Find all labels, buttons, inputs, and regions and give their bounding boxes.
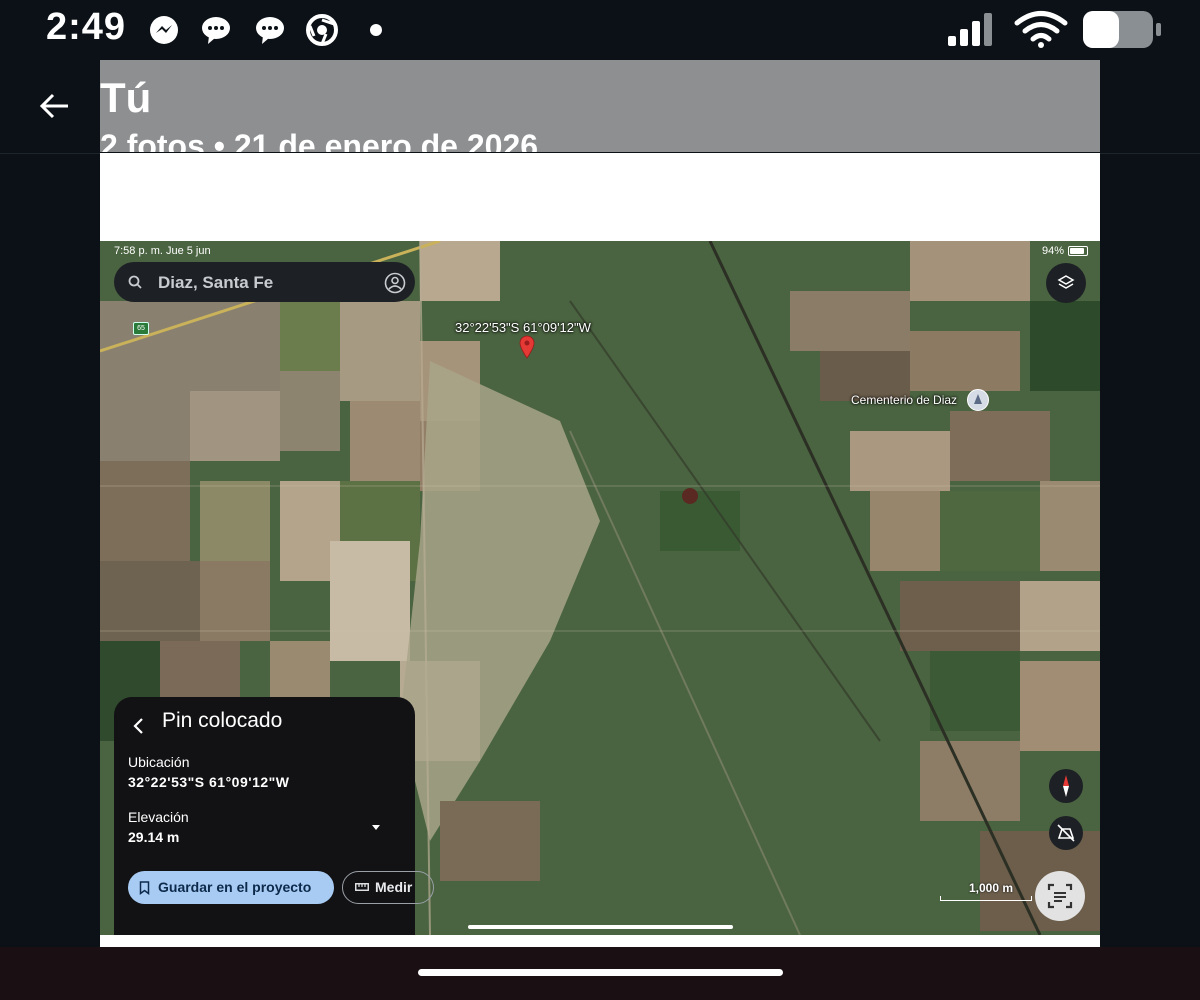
lens-button[interactable] [1035,871,1085,921]
tablet-status-time: 7:58 p. m. Jue 5 jun [114,245,211,257]
account-icon[interactable] [384,272,406,294]
page-subtitle: 2 fotos • 21 de enero de 2026 [100,128,539,152]
panel-title: Pin colocado [162,709,283,732]
battery-icon [1083,11,1161,48]
compass-icon [1063,775,1069,797]
compass-button[interactable] [1049,769,1083,803]
dot-icon [370,24,382,36]
location-label: Ubicación [128,754,190,770]
measure-button[interactable]: Medir [342,871,434,904]
save-to-project-button[interactable]: Guardar en el proyecto [128,871,334,904]
home-indicator[interactable] [418,969,783,976]
search-bar[interactable]: Diaz, Santa Fe [114,262,415,302]
cemetery-icon[interactable] [967,389,989,411]
save-to-project-label: Guardar en el proyecto [158,879,312,895]
location-value: 32°22'53"S 61°09'12"W [128,774,290,790]
status-time: 2:49 [46,6,127,48]
elevation-dropdown[interactable] [368,819,384,835]
tilt-toggle-button[interactable] [1049,816,1083,850]
chat-bubble-icon [202,17,230,44]
layers-icon [1057,275,1075,289]
photo-header: Tú 2 fotos • 21 de enero de 2026 [100,60,1100,152]
landmark-icon [974,394,982,404]
messenger-icon [150,16,178,44]
route-shield: 65 [133,322,149,335]
bookmark-icon [139,881,150,895]
search-input[interactable]: Diaz, Santa Fe [158,273,273,293]
battery-icon [1068,246,1088,256]
wifi-icon [1014,11,1068,48]
satellite-map[interactable]: 7:58 p. m. Jue 5 jun 94% Diaz, Santa Fe … [100,241,1100,935]
scan-text-icon [1047,883,1073,909]
elevation-label: Elevación [128,809,189,825]
pin-coordinates-label: 32°22'53"S 61°09'12"W [455,320,591,335]
back-button[interactable] [30,82,78,130]
chat-bubble-icon [256,17,284,44]
chevron-left-icon [133,718,143,734]
signal-icon [948,13,992,46]
arrow-left-icon [39,93,68,119]
elevation-value: 29.14 m [128,829,180,845]
photo-margin-bottom [100,935,1100,947]
poi-label[interactable]: Cementerio de Diaz [851,393,957,407]
photo-margin [100,153,1100,242]
measure-label: Medir [375,879,413,895]
map-pin-icon[interactable] [519,335,535,359]
chrome-icon [306,14,338,46]
tablet-home-indicator [468,925,733,929]
ruler-icon [355,883,369,891]
scale-label: 1,000 m [969,881,1014,895]
tablet-battery-level: 94% [1041,245,1064,257]
layers-button[interactable] [1046,263,1086,303]
pin-panel: Pin colocado Ubicación 32°22'53"S 61°09'… [114,697,434,935]
tilt-off-icon [1057,824,1075,842]
panel-back-button[interactable] [124,711,154,741]
page-title: Tú [100,74,152,121]
caret-down-icon [372,825,380,830]
scale-bar [940,896,1032,901]
search-icon [128,275,142,289]
